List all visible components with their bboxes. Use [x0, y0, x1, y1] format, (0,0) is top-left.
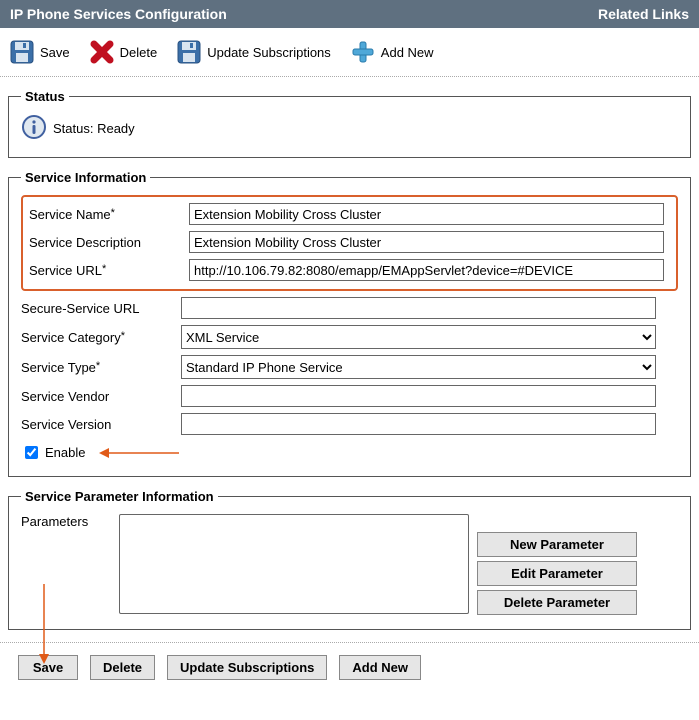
list-parameters[interactable]: [119, 514, 469, 614]
toolbar-save[interactable]: Save: [8, 38, 70, 66]
status-section: Status Status: Ready: [8, 89, 691, 158]
toolbar-addnew[interactable]: Add New: [349, 38, 434, 66]
delete-parameter-button[interactable]: Delete Parameter: [477, 590, 637, 615]
checkbox-enable[interactable]: [25, 446, 38, 459]
select-service-type[interactable]: Standard IP Phone Service: [181, 355, 656, 379]
input-secure-url[interactable]: [181, 297, 656, 319]
label-service-url: Service URL: [29, 263, 189, 278]
service-info-section: Service Information Service Name Service…: [8, 170, 691, 477]
label-enable: Enable: [45, 445, 85, 460]
new-parameter-button[interactable]: New Parameter: [477, 532, 637, 557]
label-parameters: Parameters: [21, 514, 111, 529]
input-service-version[interactable]: [181, 413, 656, 435]
label-service-desc: Service Description: [29, 235, 189, 250]
label-service-name: Service Name: [29, 207, 189, 222]
label-service-type: Service Type: [21, 360, 181, 375]
annotation-arrow-enable: [99, 445, 179, 461]
status-text: Status: Ready: [53, 121, 135, 136]
related-links[interactable]: Related Links: [598, 6, 689, 22]
edit-parameter-button[interactable]: Edit Parameter: [477, 561, 637, 586]
toolbar: Save Delete Update Subscriptions Ad: [0, 28, 699, 77]
service-info-legend: Service Information: [21, 170, 150, 185]
input-service-vendor[interactable]: [181, 385, 656, 407]
service-param-legend: Service Parameter Information: [21, 489, 218, 504]
label-service-version: Service Version: [21, 417, 181, 432]
toolbar-addnew-label: Add New: [381, 45, 434, 60]
select-service-category[interactable]: XML Service: [181, 325, 656, 349]
page-header: IP Phone Services Configuration Related …: [0, 0, 699, 28]
service-param-section: Service Parameter Information Parameters…: [8, 489, 691, 630]
footer-save-button[interactable]: Save: [18, 655, 78, 680]
toolbar-update[interactable]: Update Subscriptions: [175, 38, 331, 66]
label-service-vendor: Service Vendor: [21, 389, 181, 404]
toolbar-delete-label: Delete: [120, 45, 158, 60]
footer-addnew-button[interactable]: Add New: [339, 655, 421, 680]
label-secure-url: Secure-Service URL: [21, 301, 181, 316]
label-service-category: Service Category: [21, 330, 181, 345]
add-plus-icon: [349, 38, 377, 66]
update-disk-icon: [175, 38, 203, 66]
footer-update-button[interactable]: Update Subscriptions: [167, 655, 327, 680]
input-service-url[interactable]: [189, 259, 664, 281]
info-icon: [21, 114, 47, 143]
toolbar-delete[interactable]: Delete: [88, 38, 158, 66]
page-title: IP Phone Services Configuration: [10, 6, 227, 22]
input-service-desc[interactable]: [189, 231, 664, 253]
toolbar-save-label: Save: [40, 45, 70, 60]
delete-x-icon: [88, 38, 116, 66]
highlight-annotation: Service Name Service Description Service…: [21, 195, 678, 291]
footer-delete-button[interactable]: Delete: [90, 655, 155, 680]
save-disk-icon: [8, 38, 36, 66]
status-legend: Status: [21, 89, 69, 104]
toolbar-update-label: Update Subscriptions: [207, 45, 331, 60]
input-service-name[interactable]: [189, 203, 664, 225]
footer-buttons: Save Delete Update Subscriptions Add New: [0, 642, 699, 692]
